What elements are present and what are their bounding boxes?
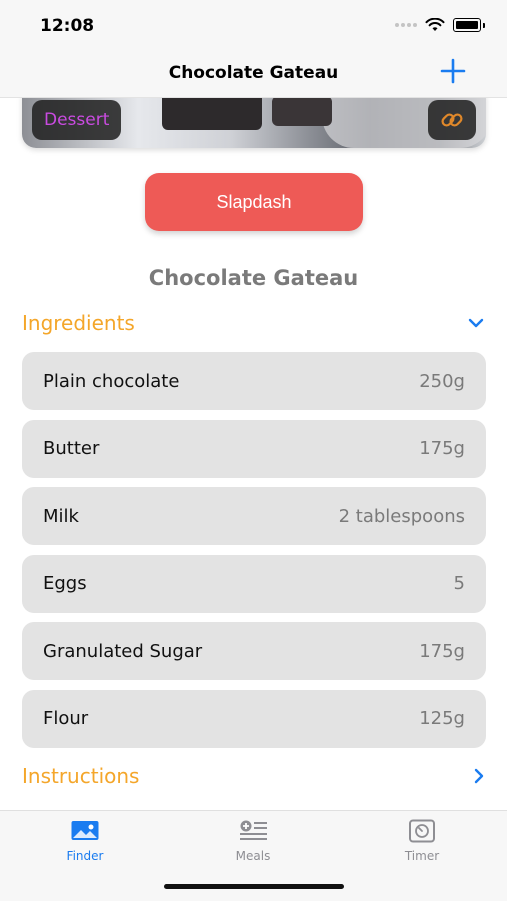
ingredient-name: Eggs — [43, 573, 87, 594]
status-bar: 12:08 — [0, 0, 507, 50]
timer-icon — [409, 819, 435, 843]
status-icons — [395, 18, 485, 32]
ingredient-name: Flour — [43, 708, 89, 729]
home-indicator — [164, 884, 344, 889]
photo-icon — [71, 821, 99, 840]
chevron-down-icon[interactable] — [467, 317, 485, 329]
ingredient-name: Butter — [43, 438, 100, 459]
status-time: 12:08 — [40, 16, 95, 36]
list-add-icon — [240, 820, 267, 840]
ingredient-name: Plain chocolate — [43, 370, 180, 392]
ingredient-quantity: 250g — [419, 370, 465, 392]
recipe-title: Chocolate Gateau — [148, 266, 359, 290]
cake-shape — [272, 96, 332, 126]
page-title: Chocolate Gateau — [168, 63, 339, 83]
chevron-right-icon[interactable] — [473, 767, 485, 785]
battery-icon — [453, 18, 481, 32]
ingredient-quantity: 175g — [419, 640, 465, 662]
tab-label: Timer — [404, 849, 440, 863]
battery-cap — [483, 22, 485, 28]
ingredients-list: Plain chocolate 250g Butter 175g Milk 2 … — [22, 352, 486, 757]
ingredient-quantity: 2 tablespoons — [338, 505, 465, 527]
slapdash-button[interactable]: Slapdash — [145, 173, 363, 231]
tab-label: Finder — [66, 849, 104, 863]
ingredient-row[interactable]: Flour 125g — [22, 689, 486, 748]
link-button[interactable] — [428, 100, 476, 140]
ingredient-row[interactable]: Butter 175g — [22, 419, 486, 478]
plus-icon — [440, 58, 466, 84]
navigation-bar: Chocolate Gateau — [0, 50, 507, 98]
ingredient-row[interactable]: Milk 2 tablespoons — [22, 487, 486, 545]
ingredients-header[interactable]: Ingredients — [22, 307, 485, 339]
tab-timer[interactable]: Timer — [362, 819, 482, 863]
link-icon — [441, 113, 463, 127]
tab-meals[interactable]: Meals — [193, 819, 313, 863]
ingredients-label: Ingredients — [22, 311, 135, 335]
ingredient-name: Granulated Sugar — [43, 640, 203, 662]
ingredient-row[interactable]: Granulated Sugar 175g — [22, 622, 486, 680]
ingredient-row[interactable]: Eggs 5 — [22, 554, 486, 613]
ingredient-row[interactable]: Plain chocolate 250g — [22, 352, 486, 410]
signal-icon — [395, 23, 417, 27]
add-button[interactable] — [439, 58, 467, 88]
instructions-header[interactable]: Instructions — [22, 760, 485, 792]
ingredient-name: Milk — [43, 505, 79, 527]
ingredient-quantity: 125g — [419, 708, 465, 729]
wifi-icon — [425, 18, 445, 31]
ingredient-quantity: 5 — [453, 573, 465, 594]
ingredient-quantity: 175g — [419, 438, 465, 459]
tab-finder[interactable]: Finder — [25, 819, 145, 863]
instructions-label: Instructions — [22, 764, 140, 788]
tab-label: Meals — [235, 849, 271, 863]
category-badge[interactable]: Dessert — [32, 100, 122, 140]
